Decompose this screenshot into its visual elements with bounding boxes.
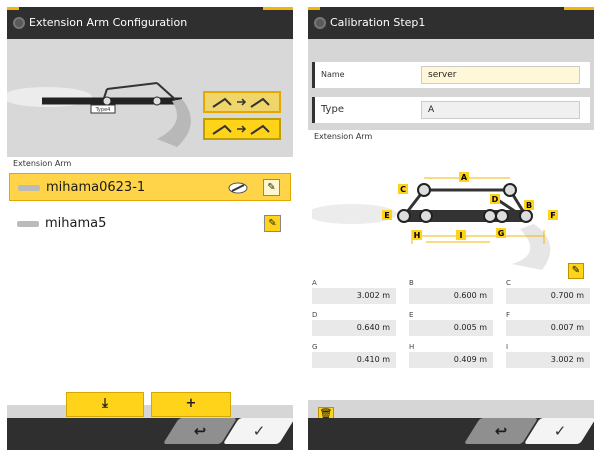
flip-orientation-button-1[interactable]: [203, 91, 281, 113]
import-icon: ⤓: [102, 396, 108, 411]
arm-flip-icon: [212, 97, 270, 108]
extension-arm-section: Extension Arm A B C D E F G H I ✎ A 3.00…: [308, 130, 594, 400]
arm-flip-icon: [212, 124, 270, 135]
list-item[interactable]: mihama5 ✎: [9, 210, 291, 238]
name-label: Name: [321, 70, 345, 79]
dim-value-e: E 0.005 m: [409, 310, 493, 344]
title-accent-right: [263, 7, 293, 10]
add-button[interactable]: +: [151, 392, 231, 417]
edit-button[interactable]: ✎: [264, 215, 281, 232]
dim-label-f: F: [550, 211, 555, 220]
import-button[interactable]: ⤓: [66, 392, 144, 417]
title-accent: [7, 7, 19, 10]
gear-icon: [314, 17, 326, 29]
dim-value-c: C 0.700 m: [506, 278, 590, 312]
dim-value-b: B 0.600 m: [409, 278, 493, 312]
page-title: Extension Arm Configuration: [29, 16, 188, 29]
dim-value-a: A 3.002 m: [312, 278, 396, 312]
page-title: Calibration Step1: [330, 16, 426, 29]
name-field: Name server: [312, 62, 590, 88]
arm-thumbnail-icon: [18, 185, 40, 191]
calibration-screen: Calibration Step1 Name server Type A Ext…: [308, 7, 594, 450]
dim-value-h: H 0.409 m: [409, 342, 493, 376]
dim-label-i: I: [460, 231, 463, 240]
arm-name: mihama0623-1: [46, 180, 146, 195]
dim-label-h: H: [414, 231, 421, 240]
dim-label-b: B: [526, 201, 532, 210]
arm-link-icon: [228, 182, 248, 194]
pencil-icon: ✎: [268, 218, 277, 229]
dim-value-d: D 0.640 m: [312, 310, 396, 344]
name-input[interactable]: server: [421, 66, 580, 84]
plus-icon: +: [185, 396, 197, 411]
ok-button[interactable]: ✓: [222, 418, 293, 444]
ok-button[interactable]: ✓: [523, 418, 594, 444]
arm-dimension-diagram: A B C D E F G H I: [312, 172, 558, 270]
dim-label-a: A: [461, 173, 468, 182]
dim-label-d: D: [492, 195, 499, 204]
arm-type-tag: Type4: [95, 107, 111, 113]
arm-preview-image: Type4: [7, 82, 191, 147]
edit-button[interactable]: ✎: [568, 263, 584, 279]
dim-label-c: C: [400, 185, 406, 194]
arm-thumbnail-icon: [17, 221, 39, 227]
title-bar: Extension Arm Configuration: [7, 7, 293, 39]
title-accent: [308, 7, 320, 10]
section-label: Extension Arm: [13, 159, 72, 168]
dim-value-g: G 0.410 m: [312, 342, 396, 376]
dim-value-i: I 3.002 m: [506, 342, 590, 376]
pencil-icon: ✎: [571, 265, 581, 276]
return-icon: ↩: [494, 422, 508, 440]
type-field: Type A: [312, 97, 590, 123]
section-label: Extension Arm: [314, 132, 373, 141]
title-accent-right: [564, 7, 594, 10]
return-icon: ↩: [193, 422, 207, 440]
dim-label-e: E: [384, 211, 389, 220]
dim-label-g: G: [498, 229, 505, 238]
footer-bar: ↩ ✓: [308, 418, 594, 450]
list-item[interactable]: mihama0623-1 ✎: [9, 173, 291, 201]
footer-bar: ↩ ✓: [7, 418, 293, 450]
check-icon: ✓: [252, 422, 266, 440]
pencil-icon: ✎: [267, 182, 276, 193]
gear-icon: [13, 17, 25, 29]
flip-orientation-button-2[interactable]: [203, 118, 281, 140]
check-icon: ✓: [553, 422, 567, 440]
type-label: Type: [321, 104, 344, 115]
arm-preview-area: Type4: [7, 39, 293, 164]
arm-name: mihama5: [45, 216, 107, 231]
type-value: A: [421, 101, 580, 119]
arm-config-screen: Extension Arm Configuration Type4 Extens…: [7, 7, 293, 450]
edit-button[interactable]: ✎: [263, 179, 280, 196]
title-bar: Calibration Step1: [308, 7, 594, 39]
dim-value-f: F 0.007 m: [506, 310, 590, 344]
